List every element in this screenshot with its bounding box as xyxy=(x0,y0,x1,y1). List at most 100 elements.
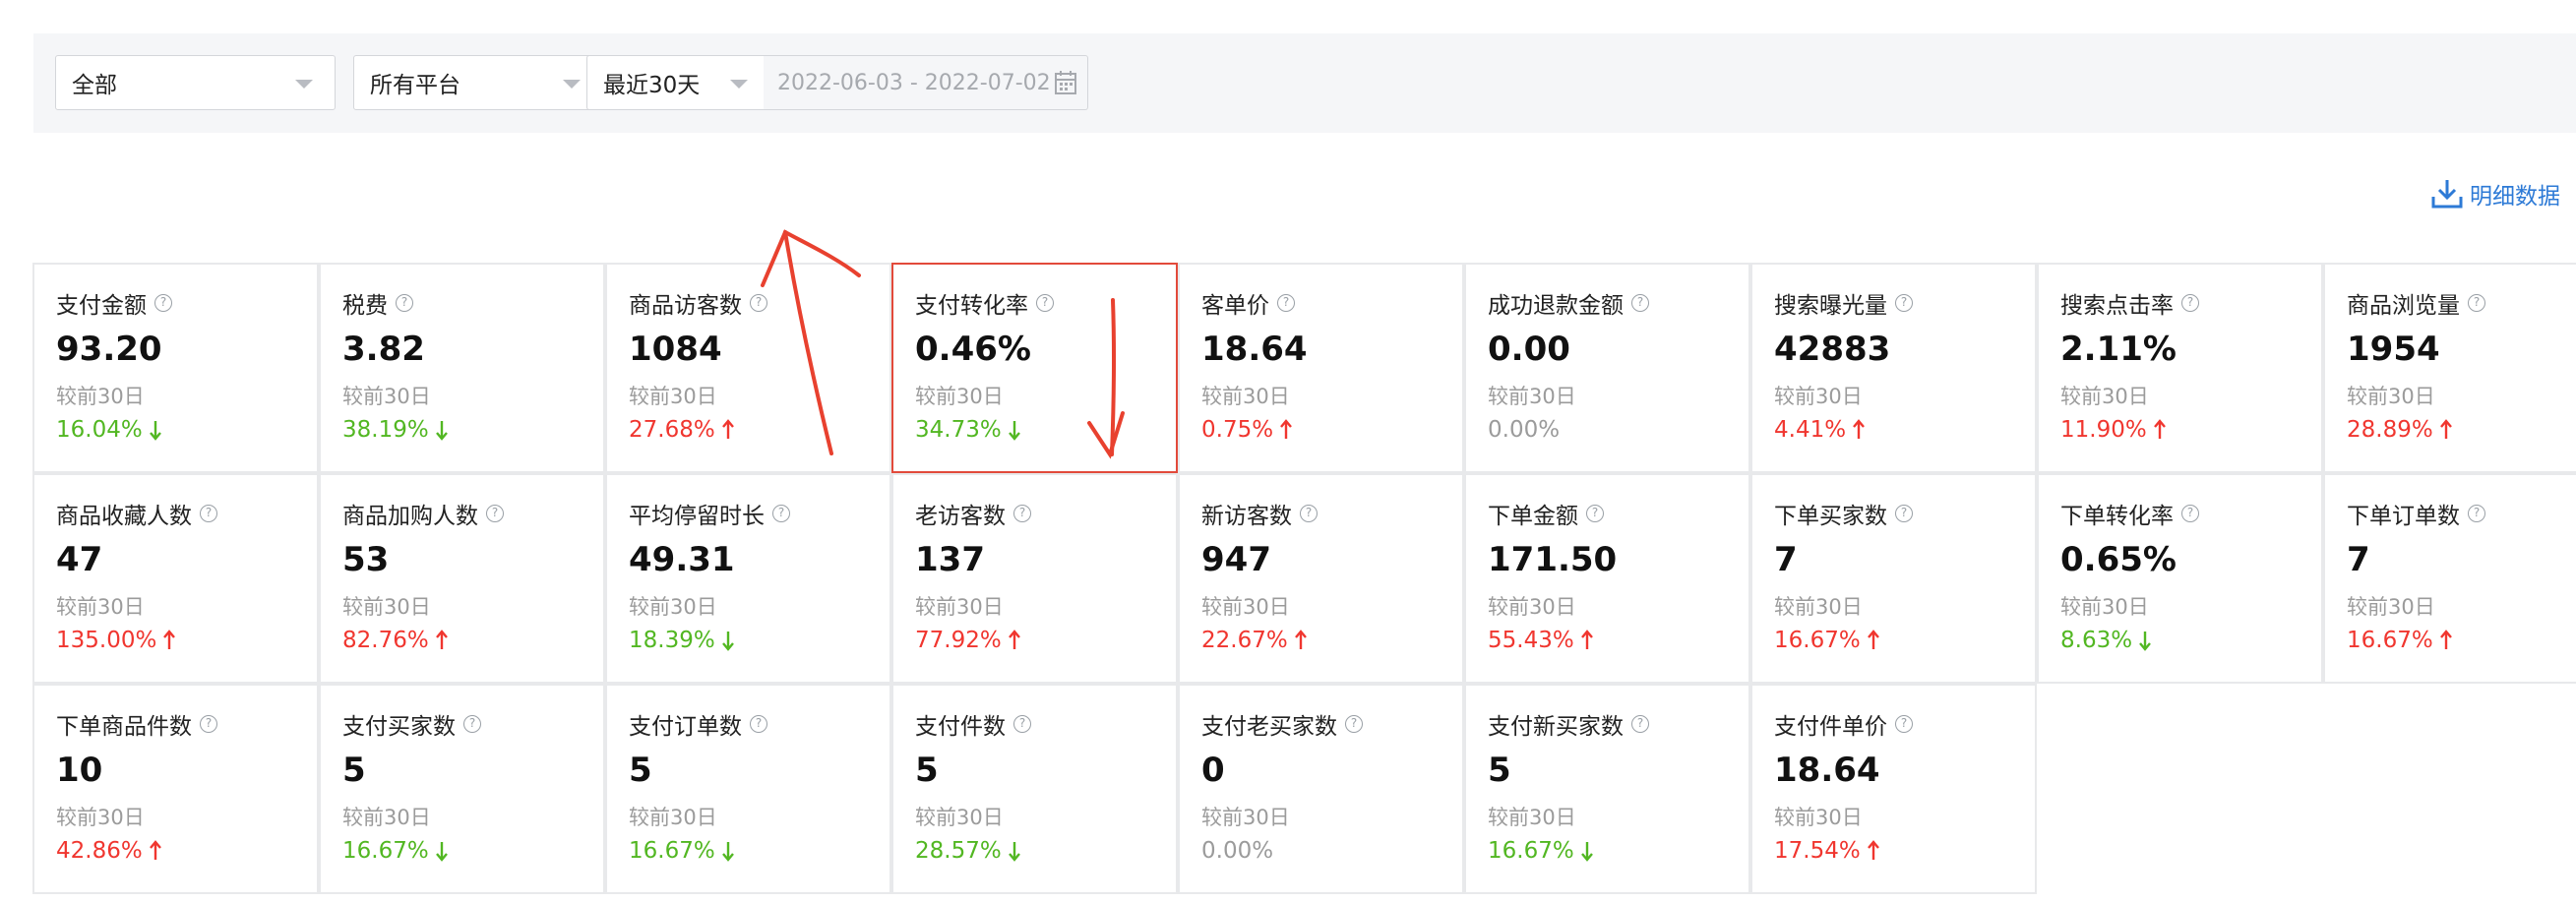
metric-card[interactable]: 搜索点击率? 2.11% 较前30日 11.90% xyxy=(2037,263,2323,473)
help-icon[interactable]: ? xyxy=(1895,505,1913,522)
metric-card[interactable]: 成功退款金额? 0.00 较前30日 0.00% xyxy=(1464,263,1750,473)
metric-name: 搜索曝光量? xyxy=(1774,286,1913,320)
metric-card[interactable]: 支付件单价? 18.64 较前30日 17.54% xyxy=(1750,684,2037,894)
help-icon[interactable]: ? xyxy=(1895,294,1913,312)
category-select[interactable]: 全部 xyxy=(55,55,336,110)
compare-label: 较前30日 xyxy=(629,595,717,619)
compare-label: 较前30日 xyxy=(56,806,145,829)
metric-name-text: 下单订单数 xyxy=(2347,504,2460,529)
metric-card[interactable]: 支付金额? 93.20 较前30日 16.04% xyxy=(32,263,319,473)
compare-label: 较前30日 xyxy=(1488,385,1576,408)
compare-label: 较前30日 xyxy=(56,385,145,408)
metric-card[interactable]: 新访客数? 947 较前30日 22.67% xyxy=(1178,473,1464,684)
arrow-up-icon xyxy=(1867,840,1879,860)
download-detail-link[interactable]: 明细数据 xyxy=(2430,177,2560,211)
help-icon[interactable]: ? xyxy=(772,505,790,522)
metric-name-text: 成功退款金额 xyxy=(1488,293,1624,319)
metric-name: 支付老买家数? xyxy=(1201,707,1363,741)
help-icon[interactable]: ? xyxy=(154,294,172,312)
arrow-up-icon xyxy=(721,419,734,439)
metric-card[interactable]: 支付订单数? 5 较前30日 16.67% xyxy=(605,684,891,894)
metric-card[interactable]: 下单转化率? 0.65% 较前30日 8.63% xyxy=(2037,473,2323,684)
metric-value: 18.64 xyxy=(1774,751,1880,790)
metric-card[interactable]: 商品访客数? 1084 较前30日 27.68% xyxy=(605,263,891,473)
help-icon[interactable]: ? xyxy=(200,715,217,733)
metric-card[interactable]: 商品加购人数? 53 较前30日 82.76% xyxy=(319,473,605,684)
help-icon[interactable]: ? xyxy=(463,715,481,733)
metric-card[interactable]: 平均停留时长? 49.31 较前30日 18.39% xyxy=(605,473,891,684)
metric-name: 平均停留时长? xyxy=(629,497,790,530)
arrow-up-icon xyxy=(2439,630,2452,649)
metric-value: 42883 xyxy=(1774,330,1891,369)
metric-name-text: 税费 xyxy=(342,293,388,319)
metric-card[interactable]: 商品浏览量? 1954 较前30日 28.89% xyxy=(2323,263,2576,473)
help-icon[interactable]: ? xyxy=(2468,505,2485,522)
help-icon[interactable]: ? xyxy=(1013,505,1031,522)
metric-value: 49.31 xyxy=(629,540,735,579)
help-icon[interactable]: ? xyxy=(1631,294,1649,312)
help-icon[interactable]: ? xyxy=(200,505,217,522)
metric-card[interactable]: 下单订单数? 7 较前30日 16.67% xyxy=(2323,473,2576,684)
arrow-up-icon xyxy=(435,630,448,649)
metric-card[interactable]: 老访客数? 137 较前30日 77.92% xyxy=(891,473,1178,684)
help-icon[interactable]: ? xyxy=(1631,715,1649,733)
metric-card[interactable]: 搜索曝光量? 42883 较前30日 4.41% xyxy=(1750,263,2037,473)
arrow-down-icon xyxy=(721,842,734,862)
filter-bar: 全部 所有平台 最近30天 2022-06-03 - 2022-07-02 xyxy=(33,33,2576,133)
help-icon[interactable]: ? xyxy=(750,715,767,733)
metric-card[interactable]: 下单商品件数? 10 较前30日 42.86% xyxy=(32,684,319,894)
metric-change: 28.57% xyxy=(915,838,1021,864)
metric-change: 135.00% xyxy=(56,628,176,653)
metric-card[interactable]: 支付转化率? 0.46% 较前30日 34.73% xyxy=(891,263,1178,473)
metric-card[interactable]: 支付买家数? 5 较前30日 16.67% xyxy=(319,684,605,894)
metric-name: 商品加购人数? xyxy=(342,497,504,530)
metric-value: 2.11% xyxy=(2060,330,2177,369)
metric-change: 16.67% xyxy=(1488,838,1594,864)
metric-change-value: 38.19% xyxy=(342,417,429,443)
compare-label: 较前30日 xyxy=(629,806,717,829)
period-select[interactable]: 最近30天 xyxy=(586,55,765,110)
arrow-down-icon xyxy=(435,421,448,441)
metric-card[interactable]: 客单价? 18.64 较前30日 0.75% xyxy=(1178,263,1464,473)
metric-card[interactable]: 支付新买家数? 5 较前30日 16.67% xyxy=(1464,684,1750,894)
metric-name: 支付金额? xyxy=(56,286,172,320)
metric-card[interactable]: 商品收藏人数? 47 较前30日 135.00% xyxy=(32,473,319,684)
metric-value: 10 xyxy=(56,751,103,790)
metric-value: 3.82 xyxy=(342,330,425,369)
metric-name: 老访客数? xyxy=(915,497,1031,530)
calendar-icon xyxy=(1055,71,1076,94)
metric-name-text: 支付金额 xyxy=(56,293,147,319)
metric-card[interactable]: 下单买家数? 7 较前30日 16.67% xyxy=(1750,473,2037,684)
metric-name: 搜索点击率? xyxy=(2060,286,2199,320)
metric-card[interactable]: 支付件数? 5 较前30日 28.57% xyxy=(891,684,1178,894)
metric-name: 下单订单数? xyxy=(2347,497,2485,530)
date-range-picker[interactable]: 2022-06-03 - 2022-07-02 xyxy=(764,55,1088,110)
metric-change: 55.43% xyxy=(1488,628,1594,653)
metric-change: 4.41% xyxy=(1774,417,1866,443)
help-icon[interactable]: ? xyxy=(1277,294,1295,312)
metric-card[interactable]: 税费? 3.82 较前30日 38.19% xyxy=(319,263,605,473)
help-icon[interactable]: ? xyxy=(486,505,504,522)
compare-label: 较前30日 xyxy=(1201,385,1290,408)
platform-select[interactable]: 所有平台 xyxy=(353,55,603,110)
metric-name: 支付买家数? xyxy=(342,707,481,741)
help-icon[interactable]: ? xyxy=(2181,505,2199,522)
metric-value: 47 xyxy=(56,540,103,579)
metric-change: 22.67% xyxy=(1201,628,1308,653)
compare-label: 较前30日 xyxy=(2347,385,2435,408)
help-icon[interactable]: ? xyxy=(1013,715,1031,733)
help-icon[interactable]: ? xyxy=(396,294,413,312)
help-icon[interactable]: ? xyxy=(2468,294,2485,312)
help-icon[interactable]: ? xyxy=(750,294,767,312)
metric-value: 171.50 xyxy=(1488,540,1618,579)
help-icon[interactable]: ? xyxy=(1036,294,1054,312)
platform-select-value: 所有平台 xyxy=(370,73,460,98)
help-icon[interactable]: ? xyxy=(1345,715,1363,733)
help-icon[interactable]: ? xyxy=(2181,294,2199,312)
help-icon[interactable]: ? xyxy=(1895,715,1913,733)
date-range-text: 2022-06-03 - 2022-07-02 xyxy=(777,70,1051,95)
help-icon[interactable]: ? xyxy=(1586,505,1604,522)
metric-card[interactable]: 支付老买家数? 0 较前30日 0.00% xyxy=(1178,684,1464,894)
help-icon[interactable]: ? xyxy=(1300,505,1318,522)
metric-card[interactable]: 下单金额? 171.50 较前30日 55.43% xyxy=(1464,473,1750,684)
